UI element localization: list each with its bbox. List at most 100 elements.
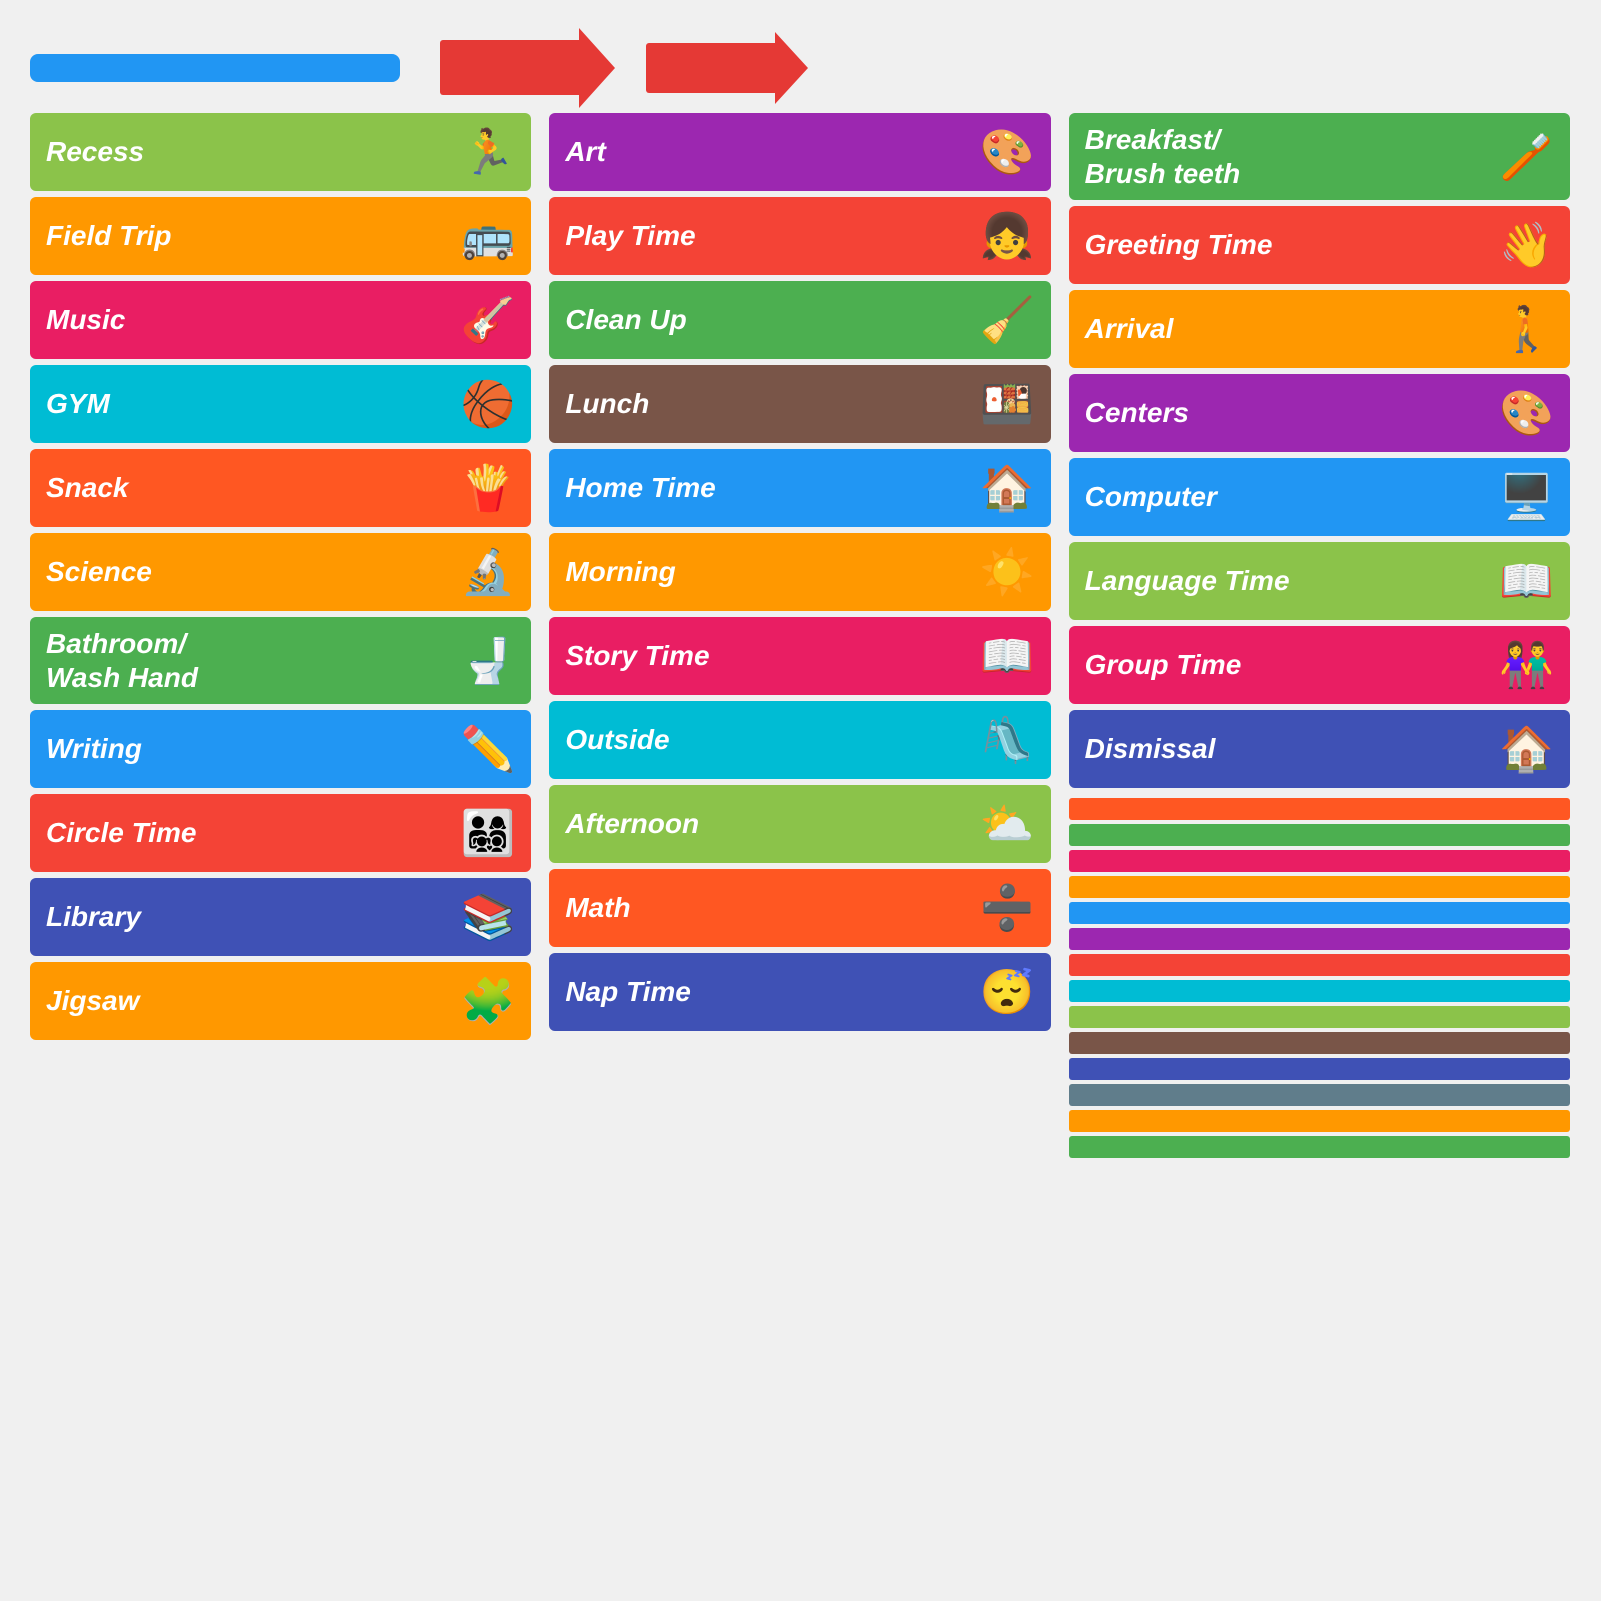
card-label: Writing: [46, 732, 453, 766]
header-row: [30, 40, 1570, 95]
schedule-card[interactable]: Clean Up🧹: [549, 281, 1050, 359]
card-label: Music: [46, 303, 453, 337]
card-icon: 🏀: [461, 378, 516, 430]
card-icon: 🎸: [461, 294, 516, 346]
color-swatch: [1069, 824, 1570, 846]
color-swatch: [1069, 1110, 1570, 1132]
card-label: Computer: [1085, 480, 1492, 514]
schedule-card[interactable]: Greeting Time👋: [1069, 206, 1570, 284]
color-swatch: [1069, 1032, 1570, 1054]
schedule-card[interactable]: Computer🖥️: [1069, 458, 1570, 536]
color-swatch: [1069, 902, 1570, 924]
card-label: Language Time: [1085, 564, 1492, 598]
schedule-card[interactable]: Morning☀️: [549, 533, 1050, 611]
card-icon: 🎨: [980, 126, 1035, 178]
schedule-card[interactable]: Jigsaw🧩: [30, 962, 531, 1040]
schedule-card[interactable]: Circle Time👨‍👩‍👧‍👦: [30, 794, 531, 872]
arrow-shape-2: [646, 43, 776, 93]
column-2: Art🎨Play Time👧Clean Up🧹Lunch🍱Home Time🏠M…: [549, 113, 1050, 1031]
schedule-card[interactable]: Field Trip🚌: [30, 197, 531, 275]
card-icon: 🏠: [980, 462, 1035, 514]
arrow-left-2[interactable]: [646, 43, 776, 93]
card-icon: 🚶: [1499, 303, 1554, 355]
card-label: Bathroom/ Wash Hand: [46, 627, 453, 694]
card-label: Jigsaw: [46, 984, 453, 1018]
schedule-card[interactable]: Lunch🍱: [549, 365, 1050, 443]
column-1: Recess🏃Field Trip🚌Music🎸GYM🏀Snack🍟Scienc…: [30, 113, 531, 1040]
schedule-card[interactable]: Outside🛝: [549, 701, 1050, 779]
columns-row: Recess🏃Field Trip🚌Music🎸GYM🏀Snack🍟Scienc…: [30, 113, 1570, 1158]
card-label: Science: [46, 555, 453, 589]
card-icon: 🧩: [461, 975, 516, 1027]
color-swatch: [1069, 798, 1570, 820]
card-icon: 👨‍👩‍👧‍👦: [461, 807, 516, 859]
schedule-card[interactable]: Home Time🏠: [549, 449, 1050, 527]
schedule-card[interactable]: GYM🏀: [30, 365, 531, 443]
card-label: Clean Up: [565, 303, 972, 337]
card-icon: 🪥: [1499, 131, 1554, 183]
color-swatch: [1069, 928, 1570, 950]
card-icon: 🚌: [461, 210, 516, 262]
color-swatch: [1069, 850, 1570, 872]
schedule-card[interactable]: Afternoon⛅: [549, 785, 1050, 863]
column-3: Breakfast/ Brush teeth🪥Greeting Time👋Arr…: [1069, 113, 1570, 1158]
card-icon: 👧: [980, 210, 1035, 262]
card-label: Math: [565, 891, 972, 925]
schedule-card[interactable]: Dismissal🏠: [1069, 710, 1570, 788]
schedule-card[interactable]: Library📚: [30, 878, 531, 956]
card-icon: 🎨: [1499, 387, 1554, 439]
card-label: Morning: [565, 555, 972, 589]
schedule-card[interactable]: Snack🍟: [30, 449, 531, 527]
card-icon: 📖: [1499, 555, 1554, 607]
color-swatch: [1069, 876, 1570, 898]
card-label: Afternoon: [565, 807, 972, 841]
schedule-card[interactable]: Group Time👫: [1069, 626, 1570, 704]
card-label: Recess: [46, 135, 453, 169]
card-icon: 🛝: [980, 714, 1035, 766]
card-icon: 📖: [980, 630, 1035, 682]
card-icon: ➗: [980, 882, 1035, 934]
card-icon: 🚽: [461, 635, 516, 687]
schedule-card[interactable]: Science🔬: [30, 533, 531, 611]
color-swatch: [1069, 1136, 1570, 1158]
schedule-card[interactable]: Story Time📖: [549, 617, 1050, 695]
card-label: Library: [46, 900, 453, 934]
arrow-left-1[interactable]: [440, 40, 580, 95]
card-label: Nap Time: [565, 975, 972, 1009]
card-icon: 🖥️: [1499, 471, 1554, 523]
card-label: Group Time: [1085, 648, 1492, 682]
color-swatches: [1069, 798, 1570, 1158]
color-swatch: [1069, 1084, 1570, 1106]
schedule-card[interactable]: Bathroom/ Wash Hand🚽: [30, 617, 531, 704]
card-label: Dismissal: [1085, 732, 1492, 766]
schedule-card[interactable]: Language Time📖: [1069, 542, 1570, 620]
card-icon: ✏️: [461, 723, 516, 775]
card-icon: 🍱: [980, 378, 1035, 430]
color-swatch: [1069, 980, 1570, 1002]
schedule-card[interactable]: Centers🎨: [1069, 374, 1570, 452]
card-icon: 📚: [461, 891, 516, 943]
schedule-card[interactable]: Writing✏️: [30, 710, 531, 788]
schedule-card[interactable]: Math➗: [549, 869, 1050, 947]
card-label: Breakfast/ Brush teeth: [1085, 123, 1492, 190]
schedule-card[interactable]: Breakfast/ Brush teeth🪥: [1069, 113, 1570, 200]
card-label: Home Time: [565, 471, 972, 505]
schedule-card[interactable]: Music🎸: [30, 281, 531, 359]
card-icon: ⛅: [980, 798, 1035, 850]
schedule-card[interactable]: Play Time👧: [549, 197, 1050, 275]
schedule-card[interactable]: Nap Time😴: [549, 953, 1050, 1031]
card-label: Art: [565, 135, 972, 169]
schedule-card[interactable]: Arrival🚶: [1069, 290, 1570, 368]
card-label: Arrival: [1085, 312, 1492, 346]
color-swatch: [1069, 1006, 1570, 1028]
card-icon: 🏠: [1499, 723, 1554, 775]
card-icon: 🍟: [461, 462, 516, 514]
card-icon: 👋: [1499, 219, 1554, 271]
card-label: Lunch: [565, 387, 972, 421]
card-label: Snack: [46, 471, 453, 505]
card-label: Outside: [565, 723, 972, 757]
schedule-card[interactable]: Recess🏃: [30, 113, 531, 191]
arrow-shape-1: [440, 40, 580, 95]
schedule-card[interactable]: Art🎨: [549, 113, 1050, 191]
card-icon: 👫: [1499, 639, 1554, 691]
